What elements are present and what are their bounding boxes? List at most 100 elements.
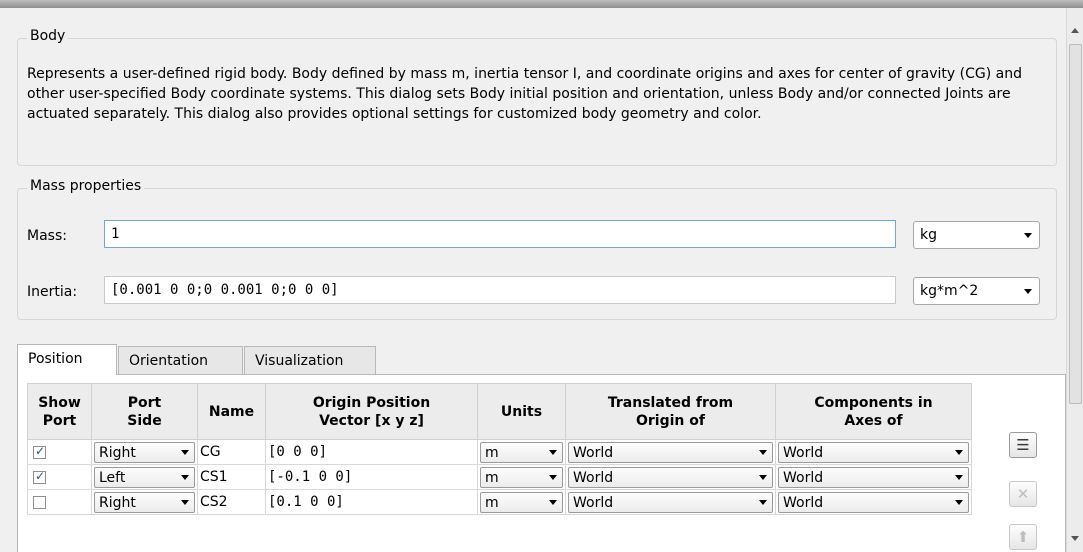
chevron-down-icon: [549, 474, 557, 480]
window-top-edge: [0, 0, 1083, 8]
origin-position-cell[interactable]: [0.1 0 0]: [265, 489, 478, 515]
units-value: m: [485, 444, 499, 461]
origin-position-cell[interactable]: [-0.1 0 0]: [265, 464, 478, 490]
chevron-down-icon: [181, 474, 189, 480]
show-port-cell: ✓: [27, 464, 92, 490]
translated-from-value: World: [573, 494, 614, 511]
tab-visualization[interactable]: Visualization: [244, 346, 376, 374]
table-header-row: Show Port Port Side Name Origin Position Ve…: [27, 383, 992, 440]
components-in-select[interactable]: World: [778, 491, 969, 513]
table-row: ✓ Left CS1 [-0.1 0 0] m World World: [27, 464, 992, 490]
show-port-checkbox[interactable]: ✓: [33, 443, 46, 459]
origin-position-cell[interactable]: [0 0 0]: [265, 439, 478, 465]
header-show-port: Show Port: [27, 383, 92, 440]
header-translated-from: Translated from Origin of: [565, 383, 776, 440]
header-spacer: [971, 383, 992, 440]
add-row-button[interactable]: ☰: [1009, 432, 1037, 458]
body-description: Represents a user-defined rigid body. Bo…: [27, 66, 1022, 122]
translated-from-select[interactable]: World: [568, 466, 773, 488]
port-side-cell: Right: [91, 439, 198, 465]
components-in-value: World: [783, 444, 824, 461]
chevron-down-icon: [1024, 289, 1032, 294]
port-side-select[interactable]: Left: [94, 466, 195, 488]
components-in-value: World: [783, 494, 824, 511]
components-in-select[interactable]: World: [778, 466, 969, 488]
table-row: Right CS2 [0.1 0 0] m World World: [27, 489, 992, 515]
frame-name-cell[interactable]: CG: [197, 439, 266, 465]
scrollbar-thumb[interactable]: [1069, 44, 1082, 404]
chevron-down-icon: [955, 474, 963, 480]
move-up-button[interactable]: ⬆: [1009, 524, 1037, 550]
frames-table: Show Port Port Side Name Origin Position Ve…: [27, 383, 992, 515]
frame-name-cell[interactable]: CS1: [197, 464, 266, 490]
inertia-label: Inertia:: [27, 284, 78, 300]
chevron-down-icon: [759, 474, 767, 480]
components-cell: World: [775, 489, 972, 515]
units-select[interactable]: m: [480, 491, 563, 513]
checkmark-icon: ✓: [35, 468, 46, 483]
show-port-checkbox[interactable]: [33, 495, 46, 509]
move-up-icon: ⬆: [1016, 528, 1030, 546]
inertia-input[interactable]: [0.001 0 0;0 0.001 0;0 0 0]: [104, 276, 896, 304]
mass-input[interactable]: 1: [104, 220, 896, 248]
port-side-select[interactable]: Right: [94, 441, 195, 463]
port-side-cell: Right: [91, 489, 198, 515]
units-value: m: [485, 494, 499, 511]
scroll-down-icon[interactable]: [1071, 536, 1079, 541]
components-in-select[interactable]: World: [778, 441, 969, 463]
components-cell: World: [775, 464, 972, 490]
spacer-cell: [971, 489, 992, 515]
translated-cell: World: [565, 464, 776, 490]
mass-unit-select[interactable]: kg: [913, 221, 1040, 249]
header-name: Name: [197, 383, 266, 440]
port-side-value: Left: [99, 469, 126, 486]
add-row-icon: ☰: [1016, 436, 1030, 454]
header-port-side: Port Side: [91, 383, 198, 440]
tab-orientation[interactable]: Orientation: [118, 346, 243, 374]
units-select[interactable]: m: [480, 441, 563, 463]
components-in-value: World: [783, 469, 824, 486]
header-components-in: Components in Axes of: [775, 383, 972, 440]
delete-icon: ✕: [1016, 485, 1030, 503]
body-group-title: Body: [27, 28, 69, 44]
show-port-cell: ✓: [27, 439, 92, 465]
mass-unit-value: kg: [920, 227, 937, 243]
port-side-select[interactable]: Right: [94, 491, 195, 513]
frame-name-cell[interactable]: CS2: [197, 489, 266, 515]
checkmark-icon: ✓: [35, 443, 46, 458]
translated-from-value: World: [573, 444, 614, 461]
units-cell: m: [477, 439, 566, 465]
chevron-down-icon: [181, 449, 189, 455]
units-value: m: [485, 469, 499, 486]
table-row: ✓ Right CG [0 0 0] m World World: [27, 439, 992, 465]
chevron-down-icon: [955, 499, 963, 505]
port-side-value: Right: [99, 494, 136, 511]
units-cell: m: [477, 464, 566, 490]
show-port-checkbox[interactable]: ✓: [33, 468, 46, 484]
chevron-down-icon: [1024, 233, 1032, 238]
chevron-down-icon: [955, 449, 963, 455]
components-cell: World: [775, 439, 972, 465]
translated-from-select[interactable]: World: [568, 491, 773, 513]
delete-row-button[interactable]: ✕: [1009, 481, 1037, 507]
port-side-cell: Left: [91, 464, 198, 490]
tab-position[interactable]: Position: [17, 344, 117, 375]
chevron-down-icon: [759, 449, 767, 455]
translated-cell: World: [565, 489, 776, 515]
mass-properties-title: Mass properties: [27, 178, 145, 194]
translated-cell: World: [565, 439, 776, 465]
dialog-scroll-area: Body Represents a user-defined rigid bod…: [0, 8, 1066, 552]
vertical-scrollbar[interactable]: [1066, 8, 1083, 552]
translated-from-select[interactable]: World: [568, 441, 773, 463]
show-port-cell: [27, 489, 92, 515]
spacer-cell: [971, 439, 992, 465]
translated-from-value: World: [573, 469, 614, 486]
inertia-unit-select[interactable]: kg*m^2: [913, 277, 1040, 305]
spacer-cell: [971, 464, 992, 490]
inertia-unit-value: kg*m^2: [920, 283, 979, 299]
chevron-down-icon: [759, 499, 767, 505]
units-select[interactable]: m: [480, 466, 563, 488]
chevron-down-icon: [549, 449, 557, 455]
mass-label: Mass:: [27, 228, 67, 244]
scroll-up-icon[interactable]: [1071, 28, 1079, 33]
